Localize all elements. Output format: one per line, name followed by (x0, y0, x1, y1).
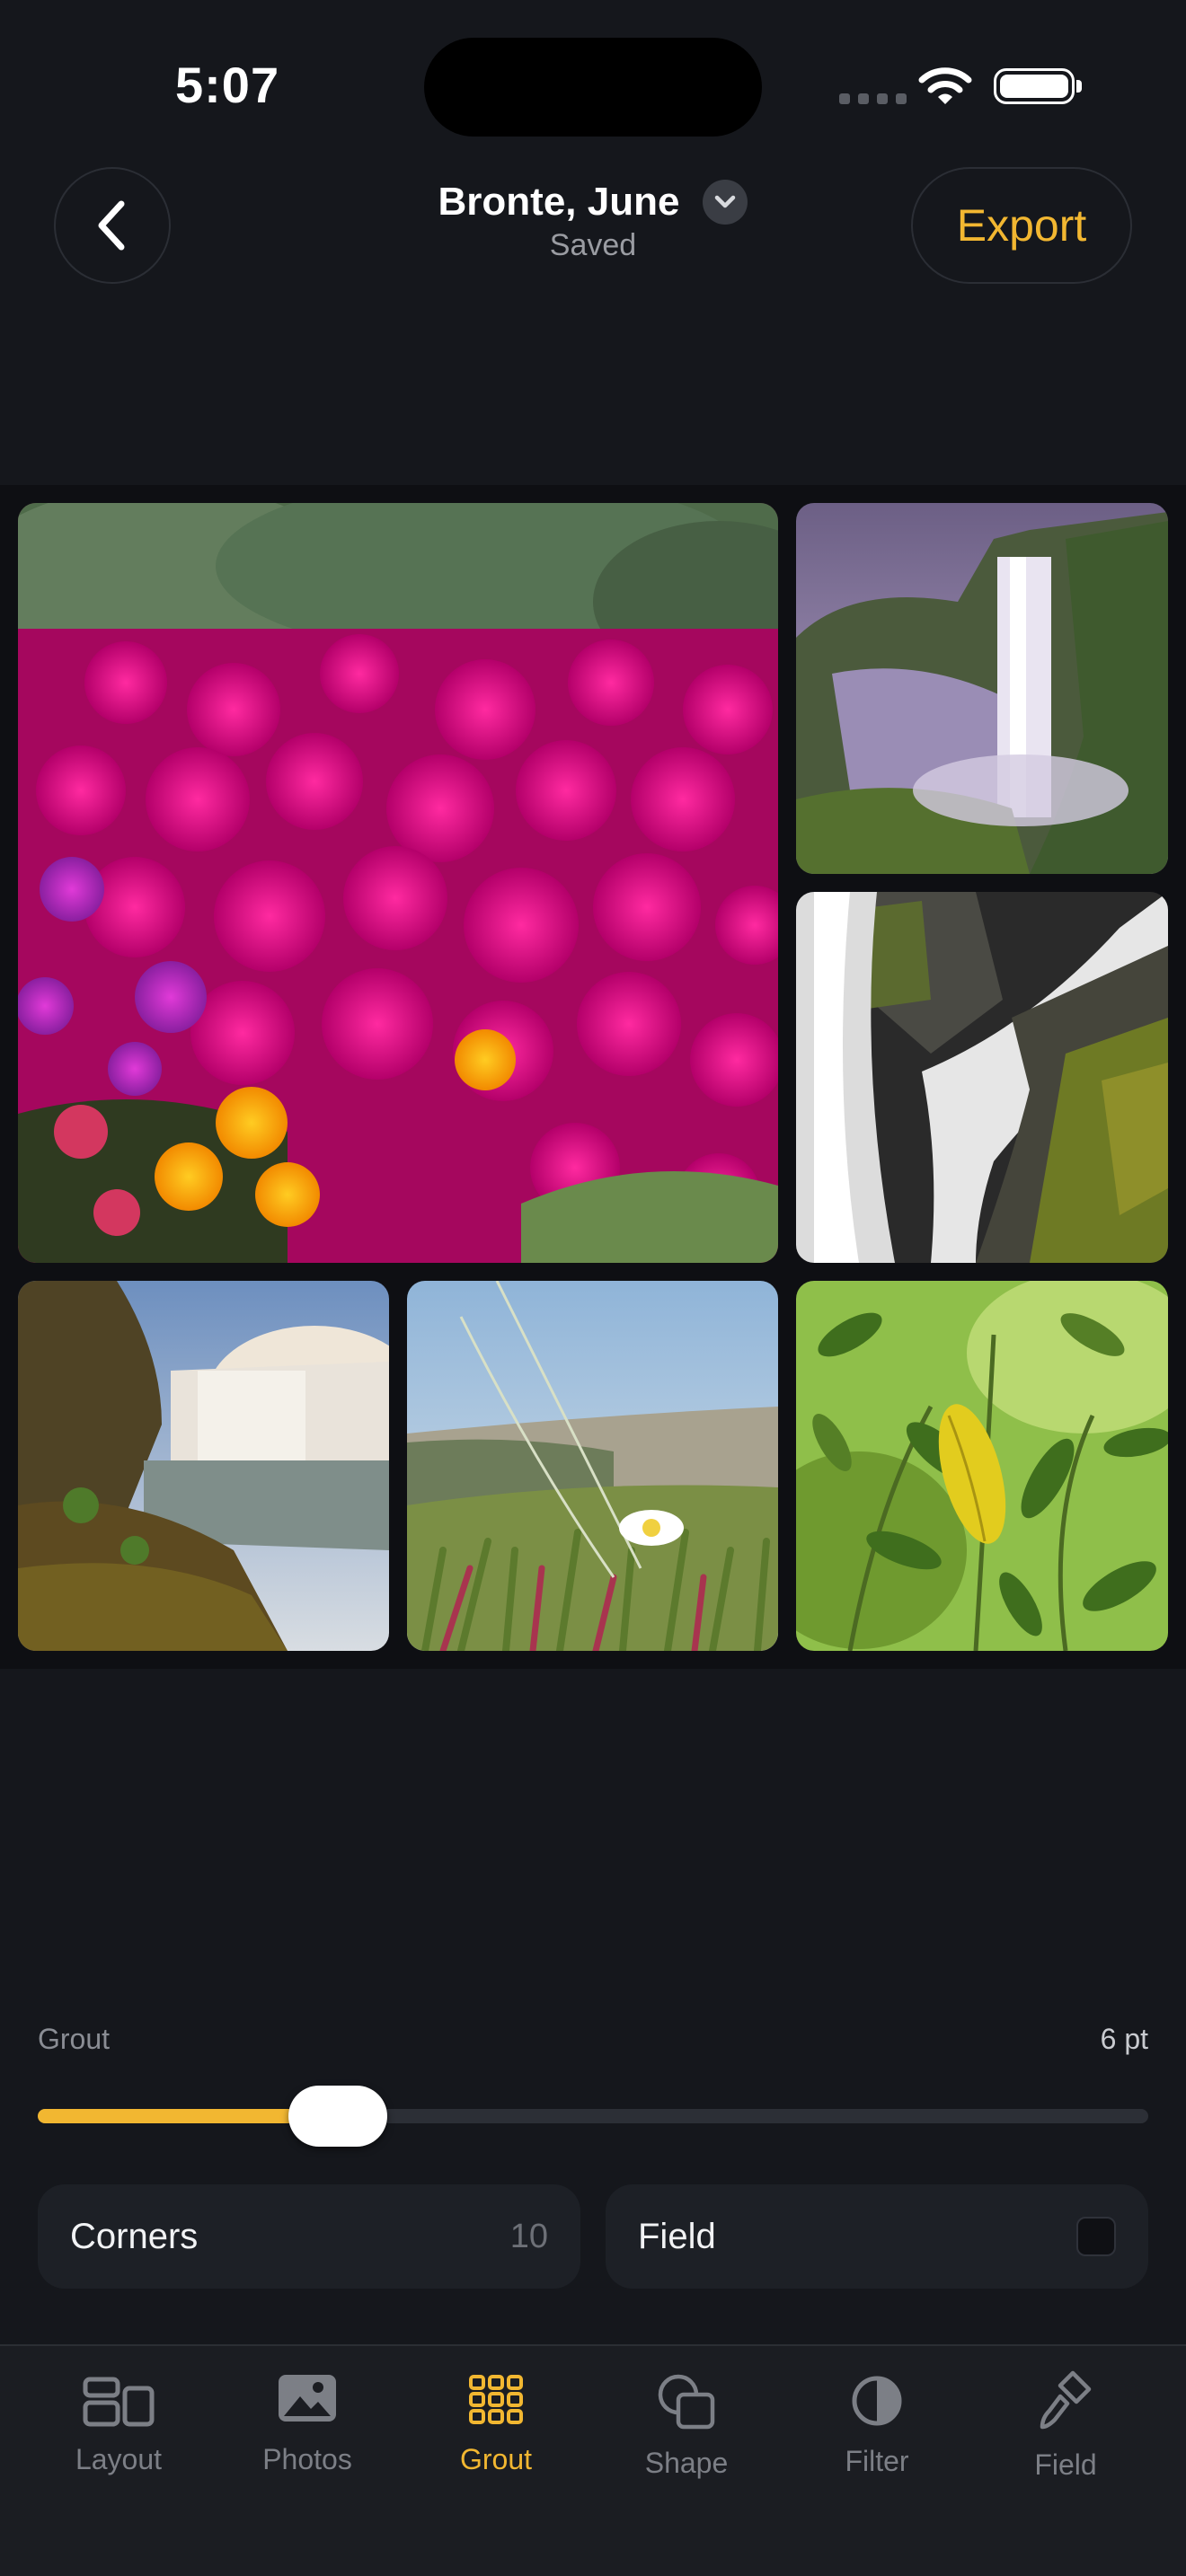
corners-control[interactable]: Corners 10 (38, 2184, 580, 2289)
export-button[interactable]: Export (911, 167, 1132, 284)
grout-slider-thumb[interactable] (288, 2086, 387, 2147)
document-title-area[interactable]: Bronte, June Saved (341, 180, 845, 263)
title-dropdown-button[interactable] (703, 180, 748, 225)
bottom-tab-bar: Layout Photos Grout Shape Filter Field (0, 2344, 1186, 2576)
battery-icon (994, 68, 1075, 104)
save-status: Saved (549, 228, 637, 262)
collage-canvas[interactable] (0, 485, 1186, 1669)
cellular-signal-icon (839, 93, 907, 104)
photo-icon (279, 2375, 336, 2422)
collage-photo-green-leaves[interactable] (796, 1281, 1168, 1651)
field-control[interactable]: Field (606, 2184, 1148, 2289)
field-label: Field (638, 2216, 716, 2256)
collage-photo-flowers[interactable] (18, 503, 778, 1263)
tab-shape-label: Shape (644, 2447, 729, 2479)
grout-value: 6 pt (1100, 2023, 1148, 2055)
brush-icon (1040, 2370, 1092, 2430)
status-time: 5:07 (175, 57, 280, 113)
layout-icon (83, 2377, 155, 2427)
dynamic-island (424, 38, 762, 137)
document-title[interactable]: Bronte, June (438, 180, 680, 225)
tab-filter-label: Filter (845, 2445, 909, 2477)
battery-cap (1076, 80, 1082, 93)
grout-label: Grout (38, 2023, 111, 2055)
collage-photo-grass-flower[interactable] (407, 1281, 778, 1651)
chevron-down-icon (715, 195, 736, 208)
tab-field-label: Field (1034, 2448, 1097, 2481)
tab-photos-label: Photos (262, 2443, 352, 2475)
collage-photo-waterfall-cliff[interactable] (796, 503, 1168, 874)
shape-icon (658, 2374, 715, 2430)
chevron-left-icon (98, 200, 125, 251)
corners-label: Corners (70, 2216, 199, 2256)
back-button[interactable] (54, 167, 171, 284)
wifi-icon (918, 67, 972, 104)
tab-layout-label: Layout (75, 2443, 163, 2475)
field-checkbox[interactable] (1076, 2217, 1116, 2256)
grid-icon (469, 2375, 523, 2424)
corners-value: 10 (509, 2217, 548, 2255)
collage-photo-waterfall-mossy[interactable] (796, 892, 1168, 1263)
filter-icon (852, 2376, 902, 2426)
tab-grout-label: Grout (459, 2443, 533, 2475)
collage-photo-waterfall-coast[interactable] (18, 1281, 389, 1651)
